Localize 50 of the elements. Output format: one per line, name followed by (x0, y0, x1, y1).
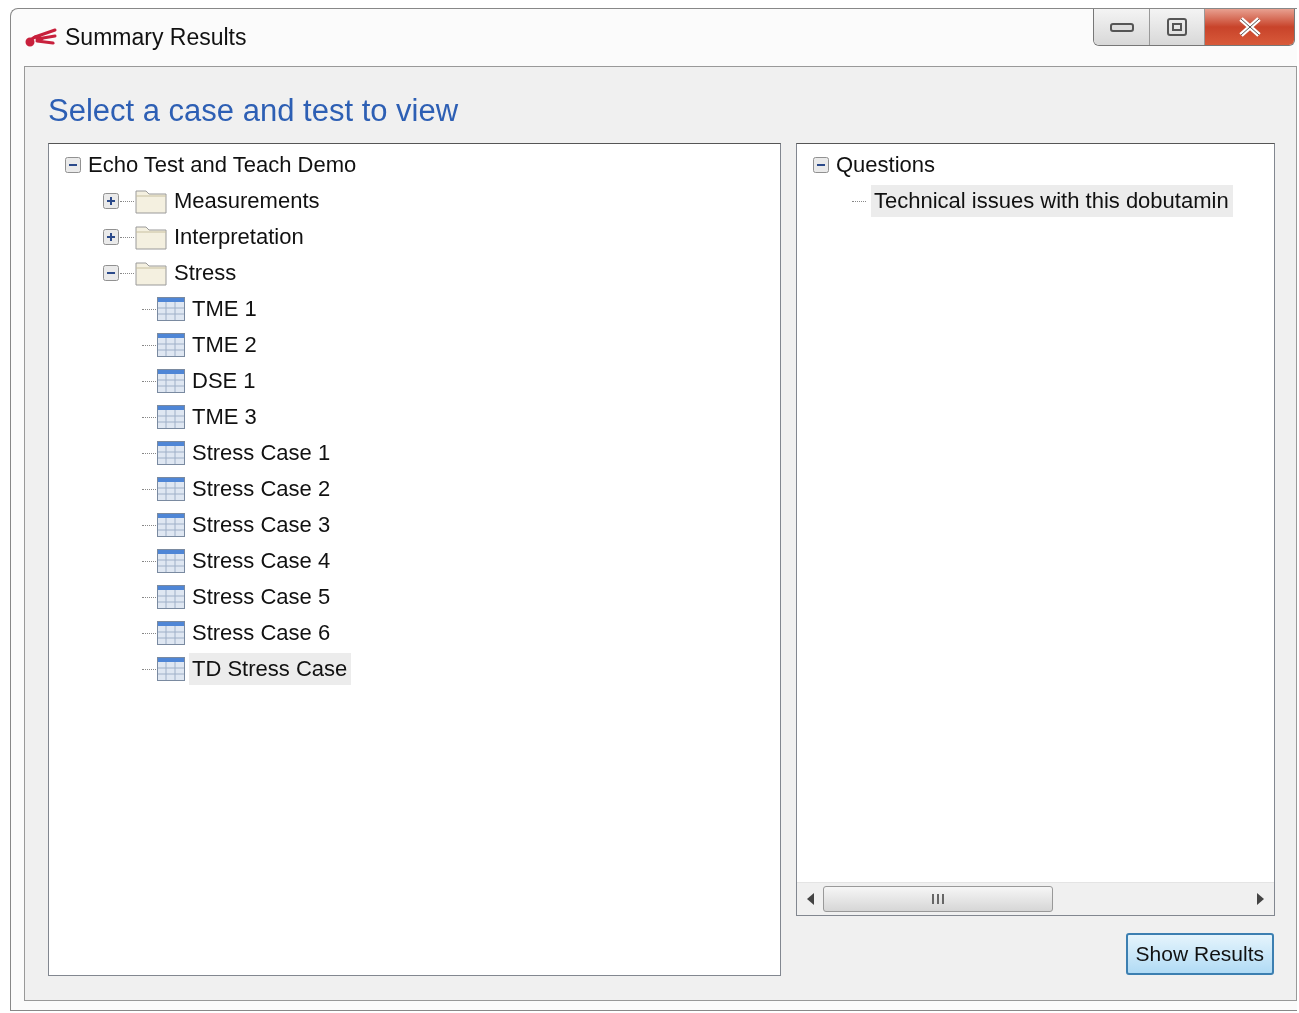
table-icon (157, 441, 185, 465)
tree-item[interactable]: Measurements (171, 185, 324, 217)
tree-item[interactable]: TME 3 (189, 401, 261, 433)
tree-item[interactable]: DSE 1 (189, 365, 260, 397)
tree-item[interactable]: TME 2 (189, 329, 261, 361)
expand-icon[interactable] (103, 193, 119, 209)
tree-item[interactable]: TME 1 (189, 293, 261, 325)
table-icon (157, 657, 185, 681)
table-icon (157, 549, 185, 573)
expand-icon[interactable] (103, 229, 119, 245)
close-icon (1237, 17, 1262, 37)
tree-item[interactable]: Questions (833, 149, 940, 181)
folder-icon (135, 260, 167, 286)
folder-icon (135, 188, 167, 214)
collapse-icon[interactable] (65, 157, 81, 173)
collapse-icon[interactable] (103, 265, 119, 281)
horizontal-scrollbar[interactable] (797, 882, 1274, 915)
tree-item[interactable]: Stress Case 6 (189, 617, 335, 649)
tree-item[interactable]: TD Stress Case (189, 653, 352, 685)
maximize-button[interactable] (1149, 9, 1204, 45)
show-results-button[interactable]: Show Results (1125, 933, 1274, 975)
tree-item[interactable]: Stress (171, 257, 241, 289)
tree-item[interactable]: Stress Case 1 (189, 437, 335, 469)
table-icon (157, 477, 185, 501)
tree-item[interactable]: Stress Case 5 (189, 581, 335, 613)
scrollbar-thumb[interactable] (823, 886, 1053, 912)
instruction-heading: Select a case and test to view (48, 93, 460, 129)
grip-icon (931, 894, 945, 904)
tree-item[interactable]: Stress Case 2 (189, 473, 335, 505)
scroll-right-icon[interactable] (1256, 893, 1264, 905)
folder-icon (135, 224, 167, 250)
maximize-icon (1166, 17, 1188, 37)
tree-item[interactable]: Stress Case 4 (189, 545, 335, 577)
table-icon (157, 405, 185, 429)
table-icon (157, 513, 185, 537)
scroll-left-icon[interactable] (807, 893, 815, 905)
table-icon (157, 297, 185, 321)
tree-item[interactable]: Interpretation (171, 221, 308, 253)
close-button[interactable] (1204, 9, 1294, 45)
table-icon (157, 369, 185, 393)
table-icon (157, 621, 185, 645)
minimize-button[interactable] (1094, 9, 1149, 45)
tree-item[interactable]: Stress Case 3 (189, 509, 335, 541)
minimize-icon (1109, 21, 1134, 33)
table-icon (157, 333, 185, 357)
window-title: Summary Results (65, 24, 247, 51)
tree-item[interactable]: Technical issues with this dobutamin (871, 185, 1233, 217)
table-icon (157, 585, 185, 609)
tree-item[interactable]: Echo Test and Teach Demo (85, 149, 361, 181)
collapse-icon[interactable] (813, 157, 829, 173)
